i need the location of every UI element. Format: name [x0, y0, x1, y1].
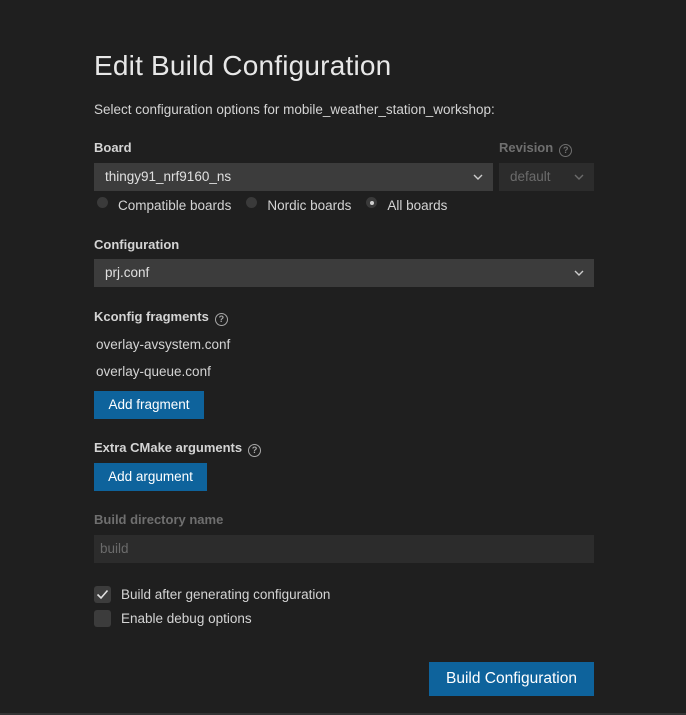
checkmark-icon — [96, 589, 109, 600]
configuration-select-value: prj.conf — [105, 265, 150, 280]
help-icon: ? — [559, 144, 573, 157]
debug-label: Enable debug options — [121, 611, 252, 626]
chevron-down-icon — [473, 174, 483, 180]
radio-label: Nordic boards — [267, 198, 352, 213]
kconfig-fragment-item: overlay-avsystem.conf — [96, 337, 231, 352]
radio-button[interactable] — [246, 197, 258, 208]
radio-nordic-boards[interactable]: Nordic boards — [246, 197, 352, 213]
board-select-value: thingy91_nrf9160_ns — [105, 169, 232, 184]
add-fragment-button[interactable]: Add fragment — [94, 391, 204, 419]
cmake-label-text: Extra CMake arguments — [94, 440, 243, 455]
revision-label-text: Revision — [499, 140, 554, 155]
build-after-option[interactable]: Build after generating configuration — [94, 586, 330, 603]
board-filter-group: Compatible boards Nordic boards All boar… — [97, 197, 462, 213]
add-argument-button[interactable]: Add argument — [94, 463, 207, 491]
debug-option[interactable]: Enable debug options — [94, 610, 252, 627]
configuration-label: Configuration — [94, 237, 180, 252]
configuration-select[interactable]: prj.conf — [94, 259, 594, 287]
board-select[interactable]: thingy91_nrf9160_ns — [94, 163, 493, 191]
kconfig-label: Kconfig fragments? — [94, 309, 228, 326]
build-after-label: Build after generating configuration — [121, 587, 331, 602]
build-configuration-button[interactable]: Build Configuration — [429, 662, 594, 696]
chevron-down-icon — [574, 270, 584, 276]
build-config-page: Edit Build Configuration Select configur… — [0, 0, 686, 715]
build-after-checkbox[interactable] — [94, 586, 111, 603]
debug-checkbox[interactable] — [94, 610, 111, 627]
revision-label: Revision? — [499, 140, 573, 157]
radio-button-selected[interactable] — [366, 197, 378, 208]
kconfig-fragment-item: overlay-queue.conf — [96, 364, 211, 379]
page-title: Edit Build Configuration — [94, 50, 392, 81]
help-icon[interactable]: ? — [214, 313, 228, 326]
board-label: Board — [94, 140, 132, 155]
radio-button[interactable] — [97, 197, 108, 208]
radio-label: All boards — [387, 198, 448, 213]
radio-label: Compatible boards — [118, 198, 232, 213]
kconfig-label-text: Kconfig fragments — [94, 309, 209, 324]
revision-select[interactable]: default — [499, 163, 594, 191]
revision-select-value: default — [510, 169, 551, 184]
chevron-down-icon — [574, 174, 584, 180]
build-directory-label: Build directory name — [94, 512, 224, 527]
radio-compatible-boards[interactable]: Compatible boards — [97, 197, 232, 213]
build-directory-input[interactable]: build — [94, 535, 594, 563]
help-icon[interactable]: ? — [248, 444, 262, 457]
cmake-label: Extra CMake arguments? — [94, 440, 262, 457]
radio-all-boards[interactable]: All boards — [366, 197, 448, 213]
page-subtitle: Select configuration options for mobile_… — [94, 102, 495, 117]
